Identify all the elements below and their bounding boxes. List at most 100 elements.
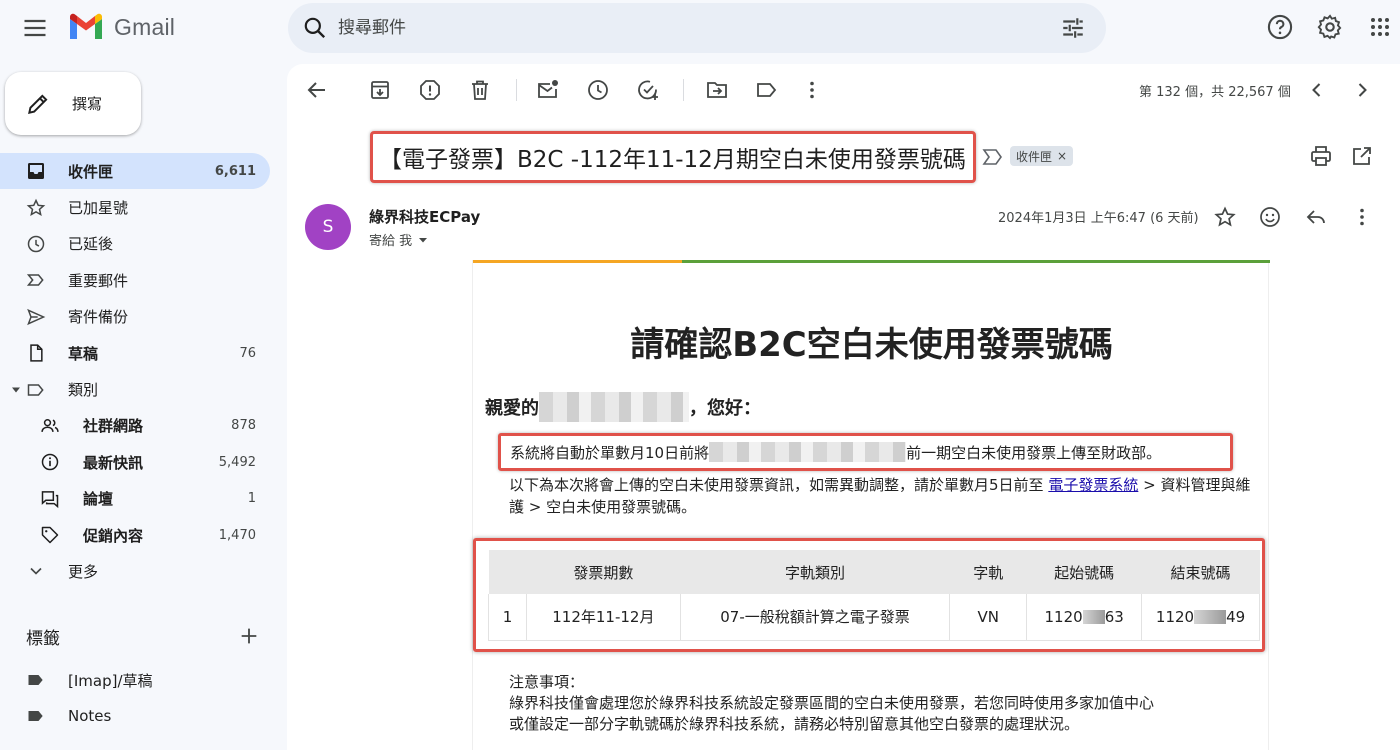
sidebar-item-label: 促銷內容 bbox=[83, 526, 144, 545]
report-spam-icon[interactable] bbox=[418, 78, 442, 102]
greeting: 親愛的 ，您好： bbox=[485, 392, 761, 422]
recipient-details[interactable]: 寄給 我 bbox=[369, 230, 428, 249]
top-header: Gmail bbox=[0, 0, 1400, 54]
recipient-text: 寄給 我 bbox=[369, 234, 413, 249]
draft-icon bbox=[26, 343, 46, 363]
inbox-label-chip[interactable]: 收件匣 × bbox=[1010, 146, 1074, 166]
greeting-suffix: ，您好： bbox=[689, 398, 761, 419]
para-text: 以下為本次將會上傳的空白未使用發票資訊，如需異動調整，請於單數月5日前至 bbox=[509, 476, 1049, 494]
sidebar-item-count: 6,611 bbox=[214, 163, 256, 179]
label-icon bbox=[26, 706, 46, 726]
message-date: 2024年1月3日 上午6:47 (6 天前) bbox=[998, 211, 1199, 226]
search-icon[interactable] bbox=[302, 15, 328, 41]
invoice-table: 發票期數 字軌類別 字軌 起始號碼 結束號碼 1 112年11-12月 07-一… bbox=[488, 550, 1260, 641]
move-to-icon[interactable] bbox=[705, 78, 729, 102]
labels-heading: 標籤 bbox=[26, 629, 60, 649]
search-bar[interactable] bbox=[288, 3, 1106, 53]
sidebar-item-drafts[interactable]: 草稿 76 bbox=[0, 335, 270, 371]
tune-icon[interactable] bbox=[1060, 15, 1086, 41]
sidebar-item-count: 878 bbox=[231, 418, 256, 434]
open-new-window-icon[interactable] bbox=[1350, 144, 1374, 168]
reply-icon[interactable] bbox=[1304, 205, 1328, 229]
sidebar-item-promotions[interactable]: 促銷內容 1,470 bbox=[0, 517, 270, 553]
clock-icon bbox=[26, 234, 46, 254]
caret-down-icon[interactable] bbox=[10, 384, 22, 396]
toolbar-divider bbox=[516, 79, 517, 101]
sidebar-item-label: 重要郵件 bbox=[68, 271, 129, 290]
sidebar-item-categories[interactable]: 類別 bbox=[0, 371, 270, 407]
sidebar-item-inbox[interactable]: 收件匣 6,611 bbox=[0, 153, 270, 190]
sidebar-item-more[interactable]: 更多 bbox=[0, 553, 270, 589]
delete-icon[interactable] bbox=[468, 78, 492, 102]
important-icon bbox=[26, 270, 46, 290]
plus-icon[interactable] bbox=[238, 625, 260, 647]
sidebar-item-social[interactable]: 社群網路 878 bbox=[0, 408, 270, 444]
sidebar-label-imap-drafts[interactable]: [Imap]/草稿 bbox=[0, 663, 270, 697]
sidebar-item-label: 已延後 bbox=[68, 235, 114, 254]
important-marker-icon[interactable] bbox=[982, 148, 1004, 166]
sidebar-item-label: 寄件備份 bbox=[68, 308, 129, 327]
cell-track: VN bbox=[949, 594, 1028, 641]
more-vert-icon[interactable] bbox=[800, 78, 824, 102]
apps-icon[interactable] bbox=[1366, 13, 1394, 41]
sender-name[interactable]: 綠界科技ECPay bbox=[369, 206, 480, 227]
chip-label: 收件匣 bbox=[1016, 149, 1053, 164]
gmail-logo[interactable]: Gmail bbox=[68, 11, 175, 43]
sidebar-item-label: 類別 bbox=[68, 381, 99, 400]
chevron-down-icon bbox=[26, 561, 46, 581]
help-icon[interactable] bbox=[1266, 13, 1294, 41]
einvoice-system-link[interactable]: 電子發票系統 bbox=[1048, 476, 1138, 494]
label-icon[interactable] bbox=[755, 78, 779, 102]
sender-avatar[interactable]: S bbox=[305, 204, 351, 250]
cell-period: 112年11-12月 bbox=[526, 594, 681, 641]
sidebar-label-notes[interactable]: Notes bbox=[0, 699, 270, 733]
chip-remove-icon[interactable]: × bbox=[1057, 149, 1067, 163]
add-task-icon[interactable] bbox=[636, 78, 660, 102]
emoji-icon[interactable] bbox=[1258, 205, 1282, 229]
mark-unread-icon[interactable] bbox=[536, 78, 560, 102]
sidebar-item-important[interactable]: 重要郵件 bbox=[0, 262, 270, 298]
compose-button[interactable]: 撰寫 bbox=[5, 72, 141, 135]
subject-highlight: 【電子發票】B2C -112年11-12月期空白未使用發票號碼 bbox=[370, 131, 976, 183]
prev-icon[interactable] bbox=[1305, 78, 1329, 102]
search-input[interactable] bbox=[338, 18, 1018, 38]
invoice-table-highlight: 發票期數 字軌類別 字軌 起始號碼 結束號碼 1 112年11-12月 07-一… bbox=[473, 538, 1265, 652]
back-arrow-icon[interactable] bbox=[305, 78, 329, 102]
email-heading: 請確認B2C空白未使用發票號碼 bbox=[630, 325, 1113, 365]
table-header: 發票期數 bbox=[526, 550, 681, 594]
sidebar-item-count: 1 bbox=[247, 491, 256, 507]
notes-line: 綠界科技僅會處理您於綠界科技系統設定發票區間的空白未使用發票，若您同時使用多家加… bbox=[509, 694, 1155, 712]
table-header: 起始號碼 bbox=[1026, 550, 1142, 594]
forum-icon bbox=[40, 489, 60, 509]
table-header: 結束號碼 bbox=[1141, 550, 1260, 594]
sidebar-item-count: 5,492 bbox=[218, 454, 256, 470]
table-header-row: 發票期數 字軌類別 字軌 起始號碼 結束號碼 bbox=[488, 550, 1260, 594]
archive-icon[interactable] bbox=[368, 78, 392, 102]
info-icon bbox=[40, 452, 60, 472]
sidebar-item-updates[interactable]: 最新快訊 5,492 bbox=[0, 444, 270, 480]
greeting-prefix: 親愛的 bbox=[485, 398, 539, 419]
sidebar-item-starred[interactable]: 已加星號 bbox=[0, 189, 270, 225]
print-icon[interactable] bbox=[1309, 144, 1333, 168]
end-number-suffix: 49 bbox=[1226, 607, 1246, 626]
snooze-icon[interactable] bbox=[586, 78, 610, 102]
next-icon[interactable] bbox=[1350, 78, 1374, 102]
sidebar-item-count: 76 bbox=[239, 345, 256, 361]
settings-icon[interactable] bbox=[1316, 13, 1344, 41]
cell-category: 07-一般稅額計算之電子發票 bbox=[680, 594, 951, 641]
notes-title: 注意事項： bbox=[509, 673, 585, 691]
sidebar-item-forums[interactable]: 論壇 1 bbox=[0, 481, 270, 517]
top-accent-bar-orange bbox=[473, 260, 682, 263]
pagination-text: 第 132 個，共 22,567 個 bbox=[1139, 85, 1291, 100]
sidebar-item-sent[interactable]: 寄件備份 bbox=[0, 299, 270, 335]
label-icon bbox=[26, 670, 46, 690]
people-icon bbox=[40, 416, 60, 436]
redacted-company bbox=[709, 442, 907, 462]
sidebar-item-label: 社群網路 bbox=[83, 417, 144, 436]
star-icon[interactable] bbox=[1213, 205, 1237, 229]
menu-icon[interactable] bbox=[21, 14, 49, 42]
pencil-icon bbox=[25, 91, 51, 117]
start-number-suffix: 63 bbox=[1104, 607, 1124, 626]
more-vert-icon[interactable] bbox=[1350, 205, 1374, 229]
sidebar-item-snoozed[interactable]: 已延後 bbox=[0, 226, 270, 262]
